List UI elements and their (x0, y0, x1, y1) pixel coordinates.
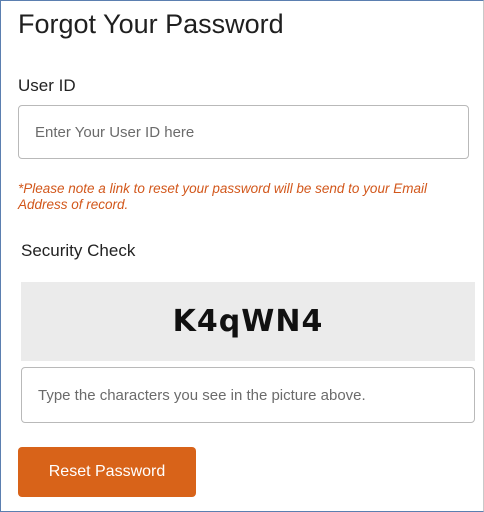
security-check-label: Security Check (21, 241, 136, 260)
captcha-image: K4qWN4 (21, 282, 475, 361)
user-id-input[interactable] (18, 105, 469, 159)
page-title: Forgot Your Password (18, 9, 284, 39)
reset-password-button[interactable]: Reset Password (18, 447, 196, 497)
user-id-label: User ID (18, 76, 76, 95)
captcha-input[interactable] (21, 367, 475, 423)
reset-link-note: *Please note a link to reset your passwo… (18, 181, 427, 212)
captcha-text: K4qWN4 (172, 304, 324, 339)
forgot-password-panel: Forgot Your Password User ID *Please not… (0, 0, 484, 512)
